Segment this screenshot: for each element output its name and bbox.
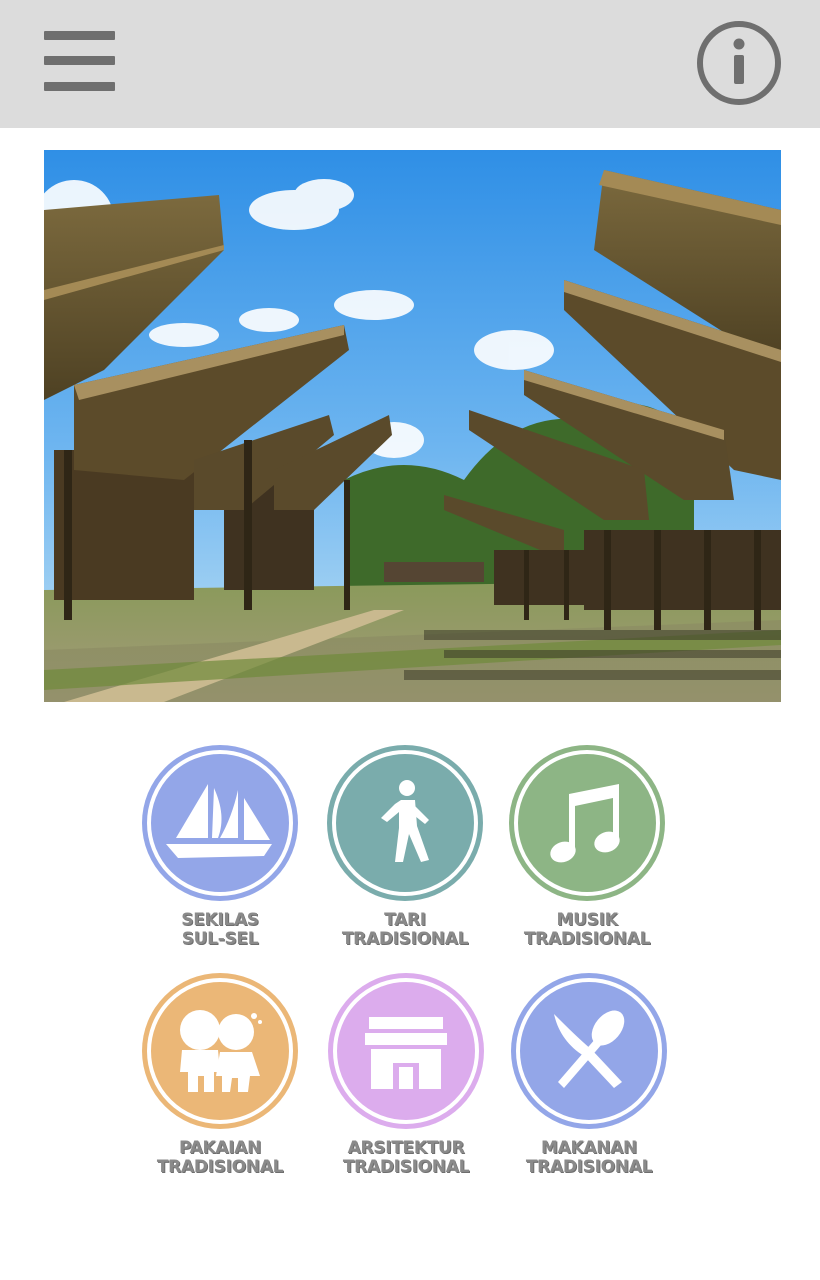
menu-line (44, 56, 115, 65)
music-note-icon (550, 784, 620, 863)
menu-circle (511, 973, 667, 1129)
menu-item-pakaian-tradisional[interactable]: PAKAIAN TRADISIONAL (130, 973, 310, 1183)
menu-label: TARI TRADISIONAL (315, 911, 495, 949)
label-line-2: TRADISIONAL (156, 1157, 284, 1177)
label-line-1: PAKAIAN (179, 1138, 261, 1158)
fork-spoon-icon (554, 1010, 625, 1088)
label-line-2: SUL-SEL (181, 929, 259, 949)
menu-circle (142, 745, 298, 901)
label-line-1: MAKANAN (541, 1138, 637, 1158)
menu-circle (509, 745, 665, 901)
menu-label: MAKANAN TRADISIONAL (499, 1139, 679, 1177)
label-line-1: ARSITEKTUR (347, 1138, 465, 1158)
label-line-1: MUSIK (556, 910, 618, 930)
label-line-1: SEKILAS (181, 910, 259, 930)
menu-item-makanan-tradisional[interactable]: MAKANAN TRADISIONAL (499, 973, 679, 1183)
label-line-2: TRADISIONAL (523, 929, 651, 949)
label-line-2: TRADISIONAL (525, 1157, 653, 1177)
menu-label: SEKILAS SUL-SEL (130, 911, 310, 949)
house-icon (365, 1017, 447, 1089)
menu-line (44, 31, 115, 40)
hamburger-menu-icon[interactable] (40, 26, 120, 98)
menu-label: ARSITEKTUR TRADISIONAL (316, 1139, 496, 1177)
menu-label: PAKAIAN TRADISIONAL (130, 1139, 310, 1177)
menu-line (44, 82, 115, 91)
menu-item-tari-tradisional[interactable]: TARI TRADISIONAL (315, 745, 495, 955)
hero-image (44, 150, 781, 702)
children-icon (180, 1010, 262, 1092)
menu-label: MUSIK TRADISIONAL (497, 911, 677, 949)
menu-item-musik-tradisional[interactable]: MUSIK TRADISIONAL (497, 745, 677, 955)
label-line-1: TARI (384, 910, 426, 930)
menu-item-arsitektur-tradisional[interactable]: ARSITEKTUR TRADISIONAL (316, 973, 496, 1183)
label-line-2: TRADISIONAL (342, 1157, 470, 1177)
menu-circle (327, 745, 483, 901)
sailboat-icon (166, 784, 272, 858)
label-line-2: TRADISIONAL (341, 929, 469, 949)
menu-circle (142, 973, 298, 1129)
info-icon[interactable] (694, 18, 784, 108)
top-bar (0, 0, 820, 128)
walking-person-icon (381, 780, 429, 862)
menu-circle (328, 973, 484, 1129)
menu-item-sekilas-sulsel[interactable]: SEKILAS SUL-SEL (130, 745, 310, 955)
